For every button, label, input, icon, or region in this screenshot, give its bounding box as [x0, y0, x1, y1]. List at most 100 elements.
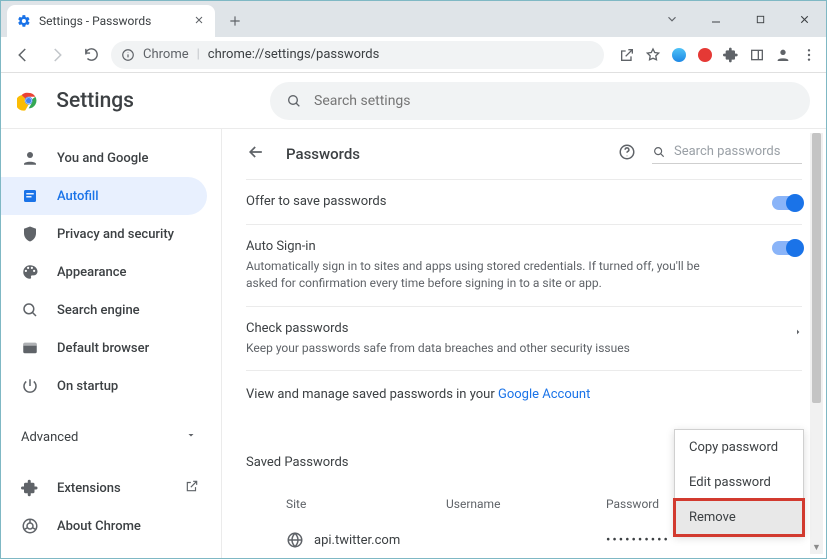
section-title: Passwords — [286, 145, 360, 163]
gaccount-prefix: View and manage saved passwords in your — [246, 387, 498, 402]
col-username: Username — [446, 497, 606, 511]
sidebar-item-appearance[interactable]: Appearance — [1, 253, 207, 291]
search-passwords-placeholder: Search passwords — [674, 144, 780, 159]
offer-save-label: Offer to save passwords — [246, 194, 772, 209]
search-icon — [652, 145, 666, 159]
chevron-right-icon — [794, 323, 802, 342]
check-passwords-row[interactable]: Check passwords Keep your passwords safe… — [246, 306, 802, 371]
info-icon — [121, 48, 135, 62]
sidebar-item-label: You and Google — [57, 151, 148, 166]
gear-icon — [17, 14, 31, 28]
chrome-logo-icon — [17, 89, 40, 113]
page-title: Settings — [56, 89, 134, 113]
reload-button[interactable] — [77, 41, 105, 69]
site-value: api.twitter.com — [314, 533, 400, 548]
settings-header: Settings — [1, 73, 826, 129]
search-icon — [21, 301, 39, 319]
search-settings-input[interactable] — [314, 93, 794, 109]
chevron-down-icon[interactable] — [650, 4, 694, 34]
context-copy-password[interactable]: Copy password — [675, 430, 803, 465]
sidebar-item-on-startup[interactable]: On startup — [1, 367, 207, 405]
offer-save-row: Offer to save passwords — [246, 179, 802, 224]
scrollbar[interactable]: ▲ ▼ — [810, 133, 823, 554]
tab-title: Settings - Passwords — [39, 14, 151, 28]
auto-signin-row: Auto Sign-in Automatically sign in to si… — [246, 224, 802, 306]
sidebar-item-label: Default browser — [57, 341, 149, 356]
sidebar-item-extensions[interactable]: Extensions — [1, 469, 207, 507]
star-icon[interactable] — [644, 46, 662, 64]
scroll-thumb[interactable] — [812, 133, 821, 403]
back-arrow-button[interactable] — [246, 142, 266, 166]
check-passwords-desc: Keep your passwords safe from data breac… — [246, 340, 726, 357]
chrome-icon — [21, 517, 39, 535]
auto-signin-desc: Automatically sign in to sites and apps … — [246, 258, 726, 292]
sidebar-item-you-and-google[interactable]: You and Google — [1, 139, 207, 177]
back-button[interactable] — [9, 41, 37, 69]
window-controls — [650, 1, 826, 37]
globe-icon — [286, 531, 304, 549]
power-icon — [21, 377, 39, 395]
google-account-row: View and manage saved passwords in your … — [246, 370, 802, 418]
sidebar: You and Google Autofill Privacy and secu… — [1, 129, 221, 558]
search-settings[interactable] — [270, 82, 810, 120]
search-icon — [286, 93, 302, 109]
toolbar: Chrome | chrome://settings/passwords — [1, 37, 826, 73]
sidebar-item-label: Search engine — [57, 303, 140, 318]
close-window-button[interactable] — [782, 4, 826, 34]
address-bar[interactable]: Chrome | chrome://settings/passwords — [111, 41, 604, 69]
extension-globe-icon[interactable] — [670, 46, 688, 64]
help-icon[interactable] — [618, 143, 636, 165]
sidebar-item-search-engine[interactable]: Search engine — [1, 291, 207, 329]
sidebar-item-autofill[interactable]: Autofill — [1, 177, 207, 215]
context-menu: Copy password Edit password Remove — [674, 429, 804, 536]
sidebar-item-privacy[interactable]: Privacy and security — [1, 215, 207, 253]
context-remove[interactable]: Remove — [675, 500, 803, 535]
url-text: chrome://settings/passwords — [208, 47, 380, 62]
autofill-icon — [21, 187, 39, 205]
search-passwords[interactable]: Search passwords — [652, 144, 802, 164]
auto-signin-toggle[interactable] — [772, 241, 802, 255]
browser-tab[interactable]: Settings - Passwords — [7, 5, 215, 37]
sidebar-item-about[interactable]: About Chrome — [1, 507, 207, 545]
browser-icon — [21, 339, 39, 357]
sidebar-item-default-browser[interactable]: Default browser — [1, 329, 207, 367]
sidebar-item-label: On startup — [57, 379, 118, 394]
close-tab-icon[interactable] — [193, 14, 205, 29]
scheme-label: Chrome — [143, 47, 189, 62]
toolbar-icons — [610, 46, 818, 64]
extensions-icon[interactable] — [722, 46, 740, 64]
main-content: Passwords Search passwords Offer to save… — [221, 129, 826, 558]
external-link-icon — [185, 479, 199, 497]
profile-icon[interactable] — [774, 46, 792, 64]
minimize-button[interactable] — [694, 4, 738, 34]
sidebar-item-label: Extensions — [57, 481, 121, 496]
google-account-link[interactable]: Google Account — [498, 387, 590, 402]
auto-signin-title: Auto Sign-in — [246, 239, 772, 254]
shield-icon — [21, 225, 39, 243]
sidebar-item-label: About Chrome — [57, 519, 141, 534]
sidebar-item-label: Autofill — [57, 189, 99, 204]
section-header: Passwords Search passwords — [246, 129, 802, 179]
col-site: Site — [286, 497, 446, 511]
title-bar: Settings - Passwords — [1, 1, 826, 37]
scroll-down-icon[interactable]: ▼ — [810, 540, 823, 554]
maximize-button[interactable] — [738, 4, 782, 34]
side-panel-icon[interactable] — [748, 46, 766, 64]
sidebar-item-label: Appearance — [57, 265, 126, 280]
saved-title: Saved Passwords — [246, 455, 349, 470]
sidebar-advanced[interactable]: Advanced — [1, 417, 221, 457]
offer-save-toggle[interactable] — [772, 196, 802, 210]
context-edit-password[interactable]: Edit password — [675, 465, 803, 500]
extension-red-icon[interactable] — [696, 46, 714, 64]
share-icon[interactable] — [618, 46, 636, 64]
person-icon — [21, 149, 39, 167]
puzzle-icon — [21, 479, 39, 497]
check-passwords-title: Check passwords — [246, 321, 794, 336]
caret-down-icon — [185, 429, 197, 445]
advanced-label: Advanced — [21, 430, 78, 445]
forward-button[interactable] — [43, 41, 71, 69]
palette-icon — [21, 263, 39, 281]
new-tab-button[interactable] — [221, 7, 249, 35]
menu-icon[interactable] — [800, 46, 818, 64]
sidebar-item-label: Privacy and security — [57, 227, 174, 242]
